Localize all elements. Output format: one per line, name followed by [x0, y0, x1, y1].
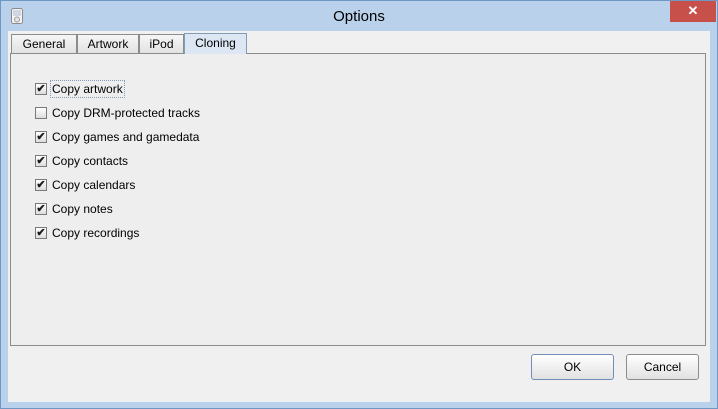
copy-games-checkbox[interactable]: ✔	[35, 131, 47, 143]
copy-contacts-checkbox[interactable]: ✔	[35, 155, 47, 167]
tab-ipod[interactable]: iPod	[139, 34, 184, 53]
tab-label: Cloning	[195, 36, 236, 50]
close-icon: ✕	[687, 3, 699, 18]
option-label: Copy contacts	[52, 154, 129, 168]
dialog-body: General Artwork iPod Cloning ✔ Copy artw…	[8, 31, 710, 402]
window-title: Options	[333, 8, 385, 25]
tab-artwork[interactable]: Artwork	[77, 34, 139, 53]
check-icon: ✔	[36, 227, 46, 239]
close-button[interactable]: ✕	[670, 1, 716, 22]
option-label: Copy calendars	[52, 178, 136, 192]
option-label: Copy games and gamedata	[52, 130, 200, 144]
tab-label: iPod	[149, 37, 174, 51]
tab-label: Artwork	[87, 37, 129, 51]
tab-label: General	[22, 37, 66, 51]
check-icon: ✔	[36, 203, 46, 215]
check-icon: ✔	[36, 155, 46, 167]
check-icon: ✔	[36, 179, 46, 191]
option-label: Copy DRM-protected tracks	[52, 106, 201, 120]
copy-notes-checkbox[interactable]: ✔	[35, 203, 47, 215]
tab-cloning[interactable]: Cloning	[184, 33, 247, 54]
copy-calendars-checkbox[interactable]: ✔	[35, 179, 47, 191]
check-icon: ✔	[36, 83, 46, 95]
cloning-panel: ✔ Copy artwork Copy DRM-protected tracks…	[10, 53, 706, 346]
copy-drm-checkbox[interactable]	[35, 107, 47, 119]
option-label: Copy recordings	[52, 226, 140, 240]
check-icon: ✔	[36, 131, 46, 143]
cancel-button[interactable]: Cancel	[626, 354, 699, 380]
option-label: Copy artwork	[50, 80, 125, 98]
title-bar[interactable]: Options ✕	[1, 1, 717, 31]
copy-artwork-checkbox[interactable]: ✔	[35, 83, 47, 95]
options-window: Options ✕ General Artwork iPod Cloning ✔…	[0, 0, 718, 409]
tab-general[interactable]: General	[11, 34, 77, 53]
copy-recordings-checkbox[interactable]: ✔	[35, 227, 47, 239]
ok-button[interactable]: OK	[531, 354, 614, 380]
option-label: Copy notes	[52, 202, 113, 216]
